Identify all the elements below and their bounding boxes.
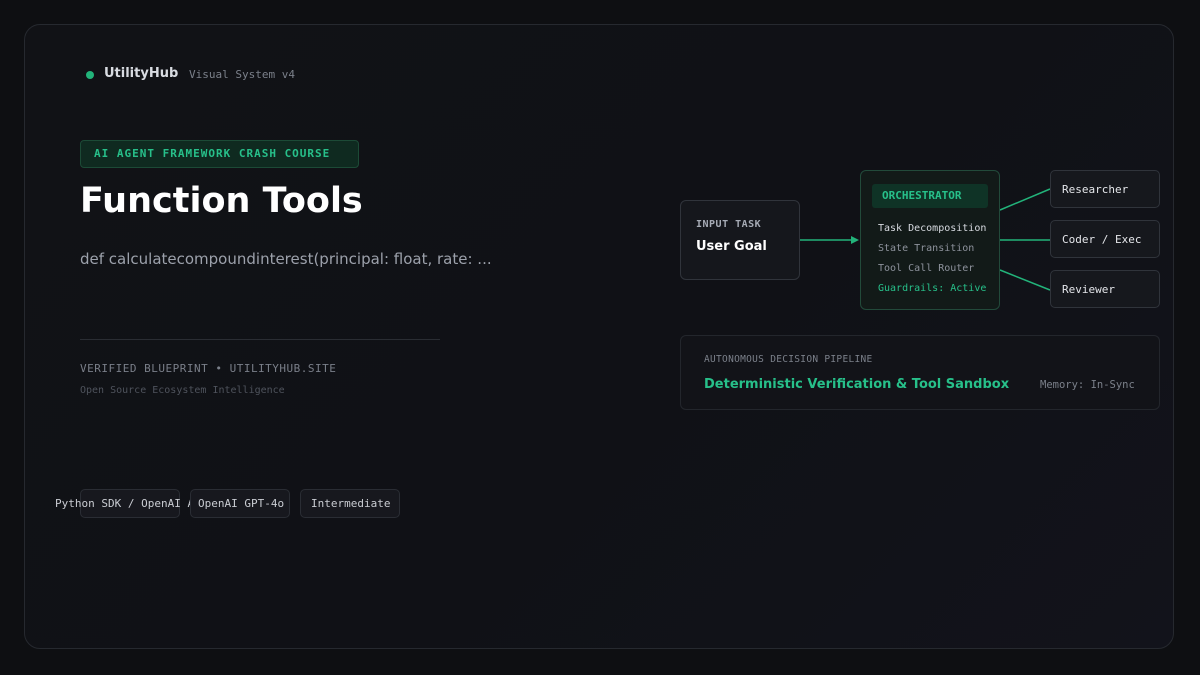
agent-node-researcher: Researcher — [1050, 170, 1160, 208]
agent-node-coder: Coder / Exec — [1050, 220, 1160, 258]
agent-node-reviewer: Reviewer — [1050, 270, 1160, 308]
orchestrator-to-reviewer-line — [999, 269, 1051, 291]
memory-status: Memory: In-Sync — [1040, 379, 1135, 391]
pipeline-label: AUTONOMOUS DECISION PIPELINE — [704, 354, 873, 365]
guardrails-status: Guardrails: Active — [878, 283, 987, 294]
orchestrator-step: State Transition — [878, 243, 975, 254]
input-task-value: User Goal — [696, 239, 767, 254]
pipeline-panel — [680, 335, 1160, 410]
orchestrator-to-researcher-line — [999, 188, 1051, 211]
orchestrator-step: Tool Call Router — [878, 263, 975, 274]
input-task-label: INPUT TASK — [696, 219, 762, 230]
orchestrator-step: Task Decomposition — [878, 223, 987, 234]
pipeline-title: Deterministic Verification & Tool Sandbo… — [704, 377, 1010, 392]
orchestrator-title: ORCHESTRATOR — [872, 184, 988, 208]
arrowhead — [851, 236, 859, 244]
